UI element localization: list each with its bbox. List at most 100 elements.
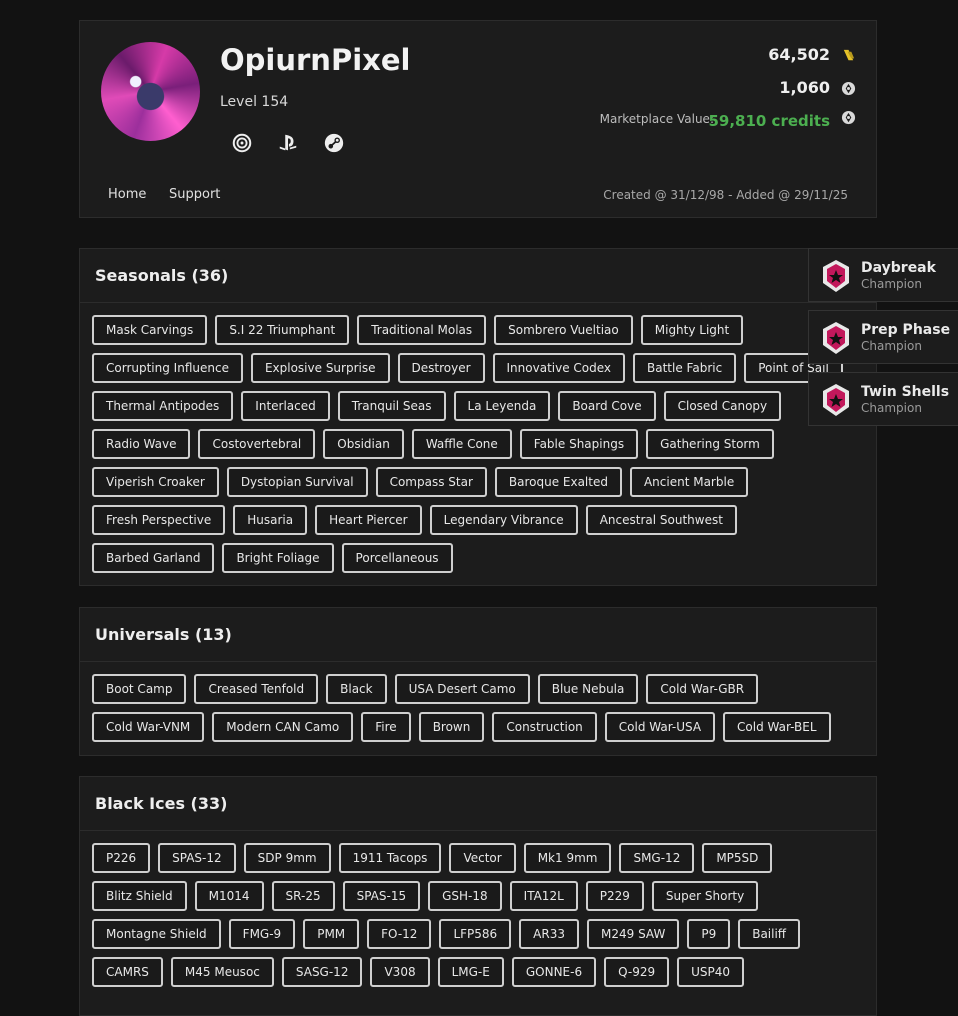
skin-chip[interactable]: LMG-E	[437, 957, 504, 987]
skin-chip[interactable]: Mighty Light	[640, 315, 744, 345]
skin-chip[interactable]: 1911 Tacops	[338, 843, 442, 873]
skin-chip[interactable]: P226	[92, 843, 151, 873]
ubisoft-icon[interactable]	[231, 132, 253, 154]
skin-chip[interactable]: Blitz Shield	[92, 881, 187, 911]
skin-chip[interactable]: Sombrero Vueltiao	[494, 315, 633, 345]
skin-chip[interactable]: Dystopian Survival	[226, 467, 368, 497]
playstation-icon[interactable]	[277, 132, 299, 154]
renown-icon	[843, 49, 855, 61]
skin-chip[interactable]: CAMRS	[92, 957, 163, 987]
skin-chip[interactable]: Bright Foliage	[222, 543, 334, 573]
skin-chip[interactable]: Mask Carvings	[92, 315, 208, 345]
skin-chip[interactable]: USP40	[677, 957, 745, 987]
skin-chip[interactable]: Tranquil Seas	[337, 391, 446, 421]
skin-chip[interactable]: Mk1 9mm	[523, 843, 612, 873]
skin-chip[interactable]: Corrupting Influence	[92, 353, 243, 383]
champion-card[interactable]: Prep Phase Champion	[808, 310, 958, 364]
champion-rank: Champion	[861, 277, 922, 291]
skin-chip[interactable]: Gathering Storm	[646, 429, 774, 459]
skin-chip[interactable]: La Leyenda	[453, 391, 551, 421]
skin-chip[interactable]: Heart Piercer	[315, 505, 422, 535]
skin-chip[interactable]: FO-12	[367, 919, 432, 949]
skin-chip[interactable]: ITA12L	[509, 881, 578, 911]
skin-chip[interactable]: M45 Meusoc	[170, 957, 274, 987]
champion-badge-icon	[823, 260, 849, 292]
skin-chip[interactable]: M249 SAW	[587, 919, 680, 949]
skin-chip[interactable]: Costovertebral	[198, 429, 316, 459]
steam-icon[interactable]	[323, 132, 345, 154]
skin-chip[interactable]: Explosive Surprise	[250, 353, 390, 383]
skin-chip[interactable]: PMM	[303, 919, 360, 949]
skin-chip[interactable]: Cold War-USA	[604, 712, 716, 742]
skin-chip[interactable]: M1014	[194, 881, 264, 911]
skin-chip[interactable]: Waffle Cone	[411, 429, 512, 459]
skin-chip[interactable]: P9	[687, 919, 731, 949]
skin-chip[interactable]: Vector	[449, 843, 516, 873]
skin-chip[interactable]: Modern CAN Camo	[212, 712, 354, 742]
skin-chip[interactable]: P229	[585, 881, 644, 911]
skin-chip[interactable]: GONNE-6	[511, 957, 597, 987]
skin-chip[interactable]: AR33	[519, 919, 579, 949]
skin-chip[interactable]: SASG-12	[281, 957, 363, 987]
skin-chip[interactable]: Baroque Exalted	[494, 467, 622, 497]
skin-chip[interactable]: Battle Fabric	[633, 353, 737, 383]
skin-chip[interactable]: Ancient Marble	[629, 467, 749, 497]
skin-chip[interactable]: Board Cove	[558, 391, 656, 421]
champion-card[interactable]: Daybreak Champion	[808, 248, 958, 302]
skin-chip[interactable]: Ancestral Southwest	[585, 505, 737, 535]
skin-chip[interactable]: Q-929	[604, 957, 670, 987]
skin-chip[interactable]: Innovative Codex	[492, 353, 626, 383]
skin-chip[interactable]: Compass Star	[375, 467, 487, 497]
champion-card[interactable]: Twin Shells Champion	[808, 372, 958, 426]
skin-chip[interactable]: Legendary Vibrance	[429, 505, 578, 535]
skin-chip[interactable]: Closed Canopy	[663, 391, 782, 421]
skin-chip[interactable]: Interlaced	[241, 391, 330, 421]
skin-chip[interactable]: Destroyer	[397, 353, 485, 383]
skin-chip[interactable]: Cold War-VNM	[92, 712, 205, 742]
skin-chip[interactable]: SR-25	[271, 881, 335, 911]
nav-home[interactable]: Home	[108, 187, 146, 202]
skin-chip[interactable]: Bailiff	[738, 919, 801, 949]
marketplace-label: Marketplace Value:	[599, 112, 714, 126]
skin-chip[interactable]: LFP586	[439, 919, 512, 949]
r6-credits-icon	[841, 81, 856, 96]
skin-chip[interactable]: Super Shorty	[651, 881, 759, 911]
skin-chip[interactable]: SMG-12	[619, 843, 695, 873]
skin-chip[interactable]: FMG-9	[228, 919, 296, 949]
skin-chip[interactable]: Cold War-BEL	[723, 712, 831, 742]
skin-chip[interactable]: SPAS-15	[342, 881, 421, 911]
skin-chip[interactable]: S.I 22 Triumphant	[215, 315, 350, 345]
skin-chip[interactable]: Construction	[492, 712, 597, 742]
skin-chip[interactable]: Creased Tenfold	[194, 674, 319, 704]
skin-chip[interactable]: GSH-18	[428, 881, 502, 911]
skin-chip[interactable]: V308	[370, 957, 430, 987]
skin-chip[interactable]: Traditional Molas	[357, 315, 487, 345]
skin-chip[interactable]: Barbed Garland	[92, 543, 215, 573]
section-title: Universals (13)	[80, 608, 876, 662]
skin-chip[interactable]: SDP 9mm	[243, 843, 331, 873]
skin-chip[interactable]: Boot Camp	[92, 674, 187, 704]
skin-chip[interactable]: Thermal Antipodes	[92, 391, 234, 421]
nav-support[interactable]: Support	[169, 187, 220, 202]
champion-name: Daybreak	[861, 260, 936, 276]
skin-chip[interactable]: Obsidian	[323, 429, 404, 459]
skin-chip[interactable]: Radio Wave	[92, 429, 191, 459]
renown-count: 64,502	[768, 45, 830, 64]
skin-chip[interactable]: Cold War-GBR	[646, 674, 759, 704]
skin-chip[interactable]: Viperish Croaker	[92, 467, 219, 497]
skin-chip[interactable]: Husaria	[233, 505, 308, 535]
chip-list: Mask Carvings S.I 22 Triumphant Traditiona…	[80, 303, 876, 585]
skin-chip[interactable]: Montagne Shield	[92, 919, 221, 949]
skin-chip[interactable]: Porcellaneous	[341, 543, 453, 573]
username: OpiurnPixel	[220, 43, 411, 77]
skin-chip[interactable]: Black	[326, 674, 387, 704]
skin-chip[interactable]: Fresh Perspective	[92, 505, 226, 535]
section-title: Seasonals (36)	[80, 249, 876, 303]
skin-chip[interactable]: Fable Shapings	[519, 429, 639, 459]
skin-chip[interactable]: Fire	[361, 712, 411, 742]
skin-chip[interactable]: SPAS-12	[158, 843, 236, 873]
skin-chip[interactable]: Brown	[418, 712, 485, 742]
skin-chip[interactable]: Blue Nebula	[537, 674, 639, 704]
skin-chip[interactable]: USA Desert Camo	[394, 674, 530, 704]
skin-chip[interactable]: MP5SD	[702, 843, 773, 873]
